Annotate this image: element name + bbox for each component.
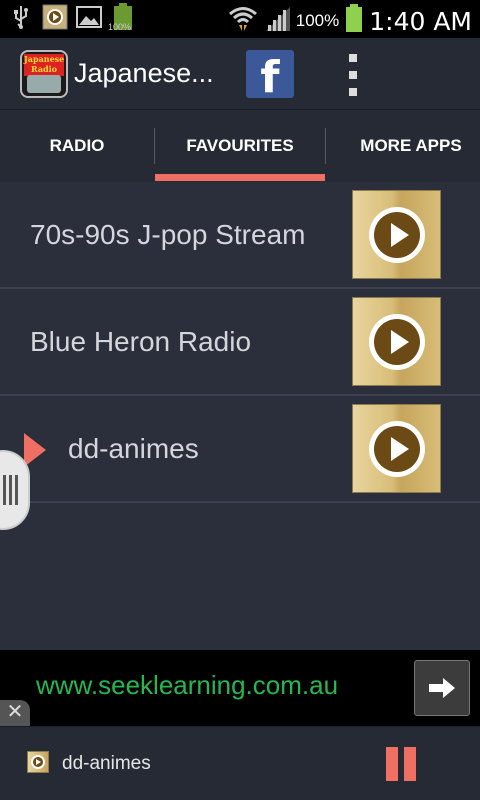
station-name: Blue Heron Radio — [30, 325, 252, 357]
tab-selected-indicator — [155, 174, 325, 181]
tab-radio[interactable]: RADIO — [0, 110, 154, 182]
facebook-icon: f — [260, 52, 280, 98]
list-item[interactable]: dd-animes — [0, 396, 480, 503]
app-logo[interactable]: Japanese Radio — [20, 50, 68, 98]
battery-small-label: 100% — [108, 22, 132, 32]
list-item[interactable]: Blue Heron Radio — [0, 289, 480, 396]
play-button[interactable] — [352, 404, 441, 493]
player-bar: dd-animes — [0, 726, 480, 800]
play-icon — [368, 313, 425, 370]
media-icon — [42, 4, 68, 30]
station-name: dd-animes — [68, 432, 199, 464]
battery-percent: 100% — [295, 11, 340, 30]
play-icon — [368, 206, 425, 263]
battery-icon — [345, 4, 363, 38]
media-icon — [27, 751, 49, 773]
notification-icons: 100% — [8, 3, 136, 32]
ad-open-button[interactable] — [414, 660, 470, 716]
clock: 1:40 AM — [369, 6, 472, 36]
ad-banner[interactable]: www.seeklearning.com.au — [0, 650, 480, 726]
facebook-button[interactable]: f — [246, 50, 294, 98]
radio-icon — [27, 75, 61, 93]
usb-icon — [8, 4, 34, 30]
arrow-right-icon — [429, 678, 455, 698]
play-icon — [368, 420, 425, 477]
pause-button[interactable] — [386, 747, 416, 781]
now-playing-indicator — [24, 433, 46, 467]
list-item[interactable]: 70s-90s J-pop Stream — [0, 182, 480, 289]
battery-small-icon: 100% — [108, 3, 136, 32]
app-title: Japanese... — [74, 58, 214, 88]
overflow-menu-icon[interactable] — [346, 54, 360, 96]
tab-favourites[interactable]: FAVOURITES — [155, 110, 325, 182]
action-bar: Japanese Radio Japanese... f — [0, 38, 480, 110]
wifi-icon — [228, 5, 258, 37]
tab-bar: RADIO FAVOURITES MORE APPS — [0, 110, 480, 182]
favourites-list: 70s-90s J-pop Stream Blue Heron Radio dd… — [0, 182, 480, 503]
drawer-handle[interactable] — [0, 450, 30, 530]
app-logo-text: Japanese Radio — [24, 54, 65, 76]
play-button[interactable] — [352, 297, 441, 386]
signal-icon — [264, 5, 290, 37]
status-bar: 100% 100% 1:40 AM — [0, 0, 480, 38]
station-name: 70s-90s J-pop Stream — [30, 218, 306, 250]
system-status: 100% 1:40 AM — [228, 4, 472, 38]
ad-close-button[interactable]: ✕ — [0, 700, 30, 726]
ad-text[interactable]: www.seeklearning.com.au — [36, 670, 338, 701]
tab-more-apps[interactable]: MORE APPS — [326, 110, 480, 182]
now-playing-title: dd-animes — [62, 753, 151, 774]
pause-icon — [386, 747, 398, 781]
play-button[interactable] — [352, 190, 441, 279]
image-icon — [76, 4, 102, 30]
